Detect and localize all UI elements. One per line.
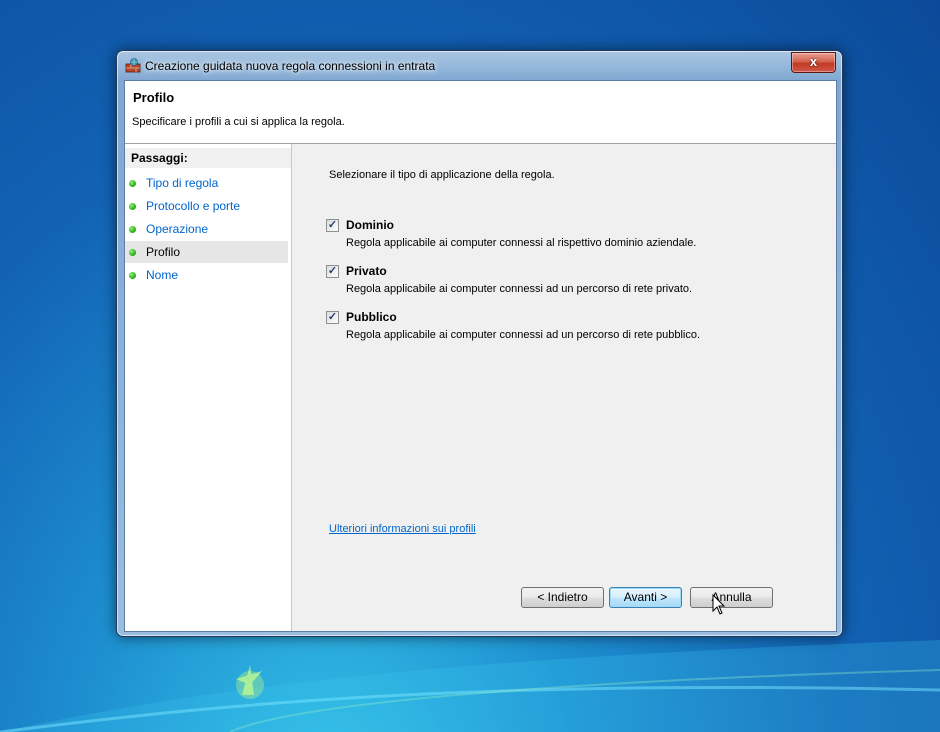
page-title: Profilo: [133, 90, 175, 105]
step-tipo-di-regola[interactable]: Tipo di regola: [125, 172, 288, 194]
step-nome[interactable]: Nome: [125, 264, 288, 286]
cancel-button[interactable]: Annulla: [690, 587, 773, 608]
option-label[interactable]: Pubblico: [346, 310, 397, 324]
checkmark-icon: ✓: [327, 265, 338, 277]
checkmark-icon: ✓: [327, 219, 338, 231]
option-pubblico: ✓ Pubblico Regola applicabile ai compute…: [326, 310, 806, 355]
close-button[interactable]: x: [791, 52, 836, 73]
wizard-window: Creazione guidata nuova regola connessio…: [116, 50, 843, 637]
step-label: Profilo: [146, 245, 181, 259]
next-button[interactable]: Avanti >: [609, 587, 682, 608]
option-label[interactable]: Dominio: [346, 218, 394, 232]
option-privato: ✓ Privato Regola applicabile ai computer…: [326, 264, 806, 309]
checkmark-icon: ✓: [327, 311, 338, 323]
option-label[interactable]: Privato: [346, 264, 387, 278]
step-profilo: Profilo: [125, 241, 288, 263]
green-dot-icon: [129, 203, 136, 210]
more-info-link[interactable]: Ulteriori informazioni sui profili: [329, 523, 476, 535]
mouse-pointer-icon: [712, 594, 726, 615]
pubblico-checkbox[interactable]: ✓: [326, 311, 339, 324]
green-dot-icon: [129, 226, 136, 233]
title-bar[interactable]: Creazione guidata nuova regola connessio…: [117, 51, 842, 79]
step-label[interactable]: Tipo di regola: [146, 172, 218, 194]
close-icon: x: [809, 54, 818, 69]
windows-logo-flare: [236, 665, 264, 699]
option-description: Regola applicabile ai computer connessi …: [346, 237, 697, 249]
green-dot-icon: [129, 272, 136, 279]
firewall-icon: [125, 58, 141, 73]
steps-heading: Passaggi:: [125, 148, 291, 168]
window-title: Creazione guidata nuova regola connessio…: [145, 59, 436, 73]
privato-checkbox[interactable]: ✓: [326, 265, 339, 278]
back-button[interactable]: < Indietro: [521, 587, 604, 608]
option-description: Regola applicabile ai computer connessi …: [346, 283, 693, 295]
step-label[interactable]: Operazione: [146, 218, 208, 240]
step-label[interactable]: Nome: [146, 264, 178, 286]
step-protocollo-e-porte[interactable]: Protocollo e porte: [125, 195, 288, 217]
instruction-text: Selezionare il tipo di applicazione dell…: [329, 169, 555, 181]
wizard-client-area: Profilo Specificare i profili a cui si a…: [124, 80, 837, 632]
dominio-checkbox[interactable]: ✓: [326, 219, 339, 232]
steps-panel: Passaggi: Tipo di regola Protocollo e po…: [125, 144, 292, 631]
green-dot-icon: [129, 249, 136, 256]
green-dot-icon: [129, 180, 136, 187]
page-description: Specificare i profili a cui si applica l…: [132, 116, 345, 128]
step-label[interactable]: Protocollo e porte: [146, 195, 240, 217]
content-panel: Selezionare il tipo di applicazione dell…: [292, 144, 836, 631]
wizard-header: Profilo Specificare i profili a cui si a…: [125, 81, 836, 144]
step-operazione[interactable]: Operazione: [125, 218, 288, 240]
option-dominio: ✓ Dominio Regola applicabile ai computer…: [326, 218, 806, 263]
option-description: Regola applicabile ai computer connessi …: [346, 329, 701, 341]
